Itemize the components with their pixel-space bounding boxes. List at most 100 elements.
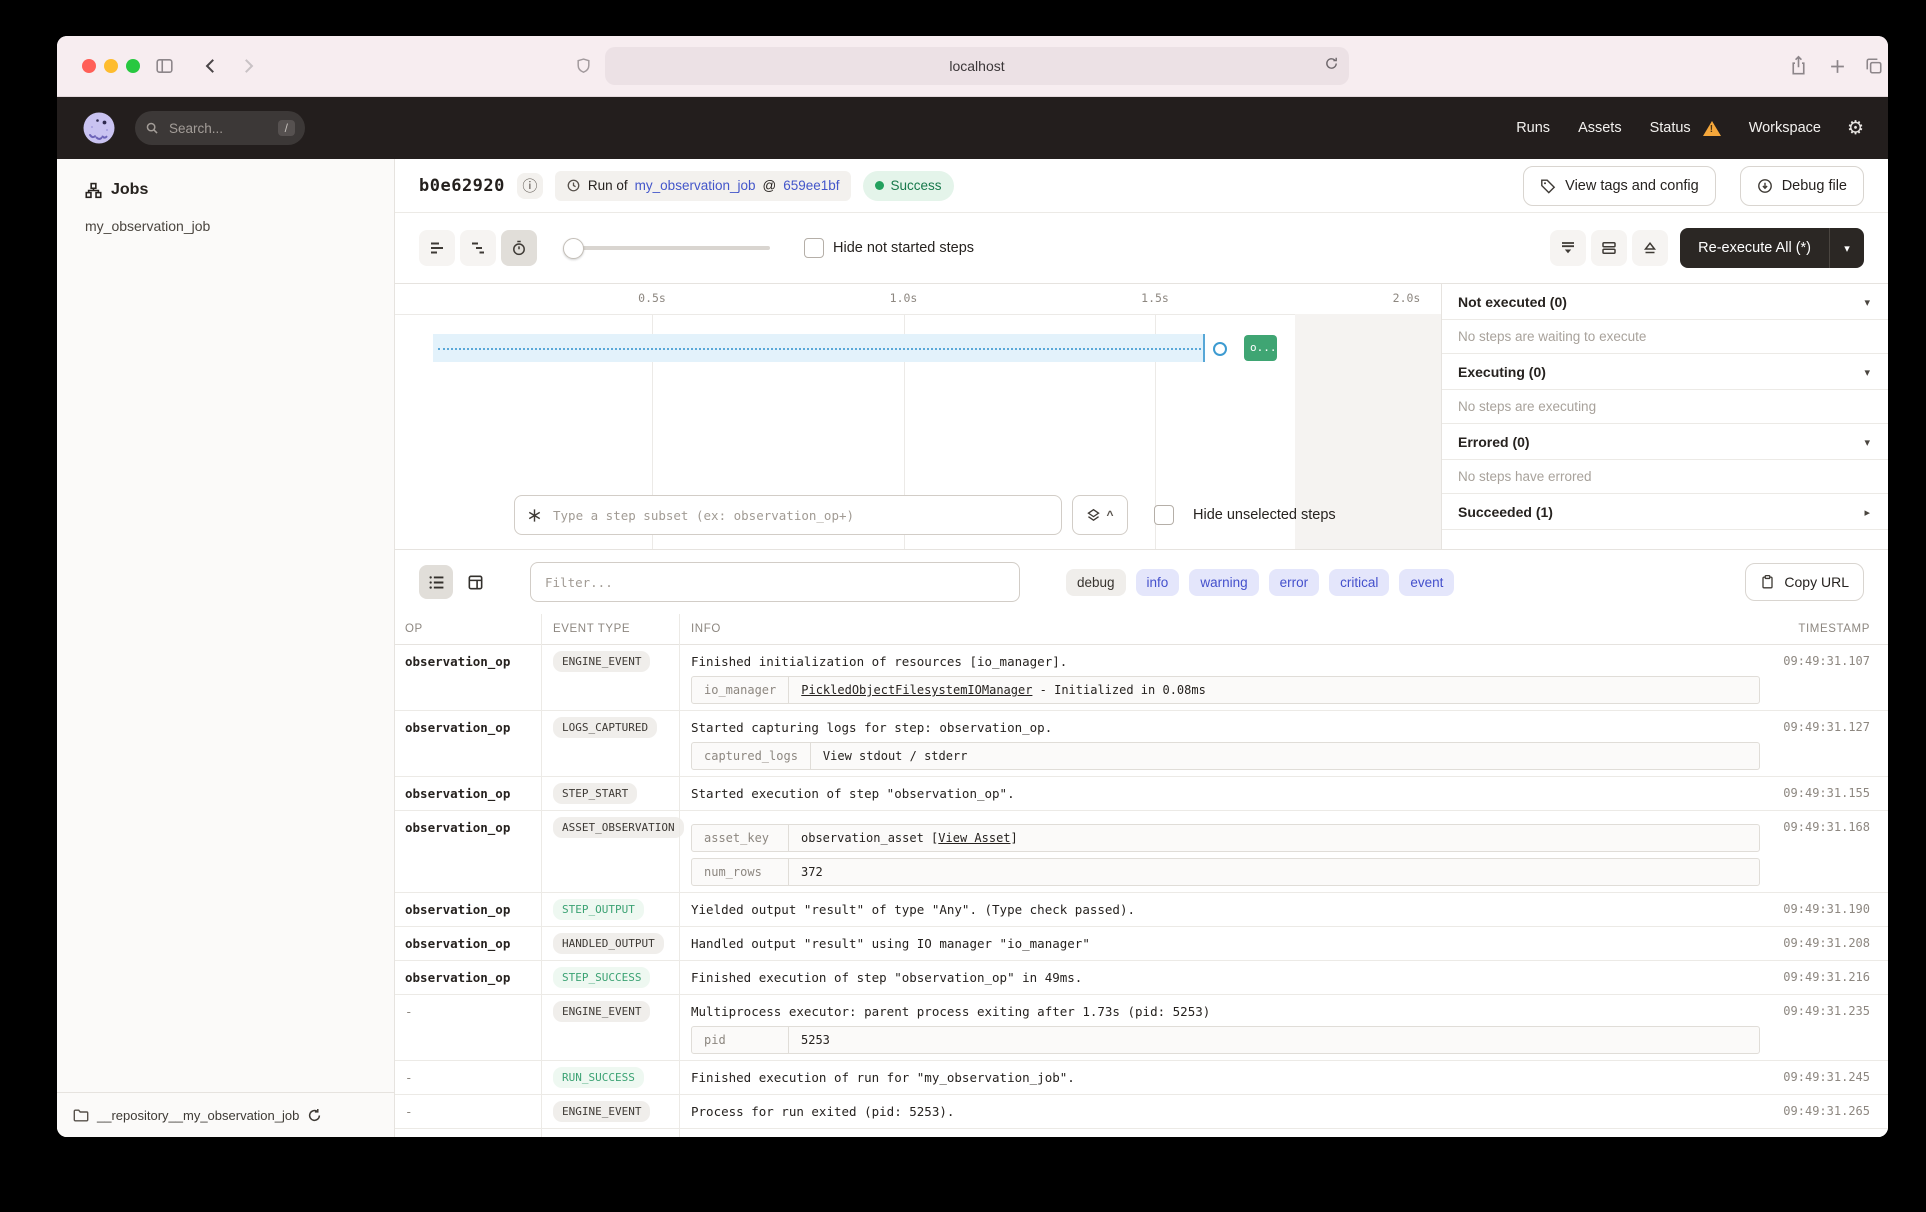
global-search[interactable]: /: [135, 111, 305, 145]
sidebar-toggle-icon[interactable]: [155, 57, 174, 75]
log-row[interactable]: observation_opSTEP_STARTStarted executio…: [395, 777, 1888, 811]
hide-unselected-checkbox[interactable]: [1154, 505, 1174, 525]
column-header-event-type[interactable]: EVENT TYPE: [541, 623, 679, 635]
gantt-event-marker[interactable]: [1213, 342, 1227, 356]
log-row[interactable]: observation_opASSET_OBSERVATIONasset_key…: [395, 811, 1888, 893]
log-row[interactable]: observation_opSTEP_OUTPUTYielded output …: [395, 893, 1888, 927]
status-section-title: Errored (0): [1458, 434, 1530, 450]
metadata-link[interactable]: View Asset: [938, 831, 1010, 845]
log-row-timestamp[interactable]: 09:49:31.216: [1776, 967, 1888, 984]
commit-link[interactable]: 659ee1bf: [783, 178, 839, 193]
split-rows-icon[interactable]: [1591, 230, 1627, 266]
search-icon: [145, 121, 159, 135]
log-level-chip-error[interactable]: error: [1269, 569, 1320, 596]
log-message: Finished execution of step "observation_…: [691, 967, 1760, 985]
log-row-info: Multiprocess executor: parent process ex…: [679, 1001, 1776, 1054]
close-window-button[interactable]: [82, 59, 96, 73]
gantt-step-box[interactable]: o...: [1244, 335, 1277, 361]
view-tags-config-button[interactable]: View tags and config: [1523, 166, 1716, 206]
refresh-icon[interactable]: [307, 1108, 322, 1123]
download-icon: [1757, 178, 1773, 194]
reexecute-caret-button[interactable]: ▾: [1829, 228, 1864, 268]
column-header-op[interactable]: OP: [395, 623, 541, 635]
gear-icon[interactable]: ⚙: [1847, 119, 1864, 138]
metadata-text: 372: [801, 865, 823, 879]
gantt-zoom-slider[interactable]: [565, 246, 770, 250]
log-list-view-button[interactable]: [419, 565, 453, 599]
event-type-badge: STEP_OUTPUT: [553, 899, 644, 920]
eject-icon[interactable]: [1632, 230, 1668, 266]
search-input[interactable]: [167, 120, 270, 137]
log-row-info: Handled output "result" using IO manager…: [679, 933, 1776, 951]
slider-thumb[interactable]: [563, 238, 584, 259]
shield-icon[interactable]: [575, 57, 592, 75]
step-subset-input[interactable]: [551, 507, 1049, 524]
status-section-header[interactable]: Errored (0)▾: [1442, 424, 1888, 460]
info-icon[interactable]: ⓘ: [517, 173, 543, 199]
at-symbol: @: [763, 178, 777, 193]
reload-icon[interactable]: [1324, 56, 1339, 71]
nav-item-workspace[interactable]: Workspace: [1749, 120, 1821, 136]
log-level-chip-debug[interactable]: debug: [1066, 569, 1126, 596]
log-row[interactable]: observation_opENGINE_EVENTFinished initi…: [395, 645, 1888, 711]
log-row-timestamp[interactable]: 09:49:31.107: [1776, 651, 1888, 668]
hide-not-started-checkbox[interactable]: [804, 238, 824, 258]
log-row-timestamp[interactable]: 09:49:31.265: [1776, 1101, 1888, 1118]
nav-item-assets[interactable]: Assets: [1578, 120, 1622, 136]
log-structured-view-button[interactable]: [458, 565, 492, 599]
metadata-link[interactable]: PickledObjectFilesystemIOManager: [801, 683, 1032, 697]
gantt-flat-view-button[interactable]: [419, 230, 455, 266]
dagster-logo[interactable]: [81, 110, 117, 146]
op-selector-icon: [527, 508, 542, 523]
sidebar-item-job[interactable]: my_observation_job: [57, 209, 394, 243]
job-link[interactable]: my_observation_job: [635, 178, 756, 193]
log-row-timestamp[interactable]: 09:49:31.168: [1776, 817, 1888, 834]
status-section-header[interactable]: Not executed (0)▾: [1442, 284, 1888, 320]
tag-icon: [1540, 178, 1556, 194]
log-row[interactable]: -ENGINE_EVENTProcess for run exited (pid…: [395, 1095, 1888, 1129]
log-row-timestamp[interactable]: 09:49:31.245: [1776, 1067, 1888, 1084]
log-row[interactable]: -RUN_SUCCESSFinished execution of run fo…: [395, 1061, 1888, 1095]
collapse-all-icon[interactable]: [1550, 230, 1586, 266]
column-header-info[interactable]: INFO: [679, 623, 1776, 635]
log-level-chip-event[interactable]: event: [1399, 569, 1454, 596]
log-row-timestamp[interactable]: 09:49:31.190: [1776, 899, 1888, 916]
share-icon[interactable]: [1789, 55, 1808, 76]
nav-item-status[interactable]: Status: [1650, 120, 1691, 136]
nav-item-runs[interactable]: Runs: [1516, 120, 1550, 136]
forward-icon[interactable]: [239, 57, 257, 75]
tab-overview-icon[interactable]: [1865, 57, 1883, 75]
log-row[interactable]: -ENGINE_EVENTMultiprocess executor: pare…: [395, 995, 1888, 1061]
log-row[interactable]: observation_opSTEP_SUCCESSFinished execu…: [395, 961, 1888, 995]
back-icon[interactable]: [202, 57, 220, 75]
log-row[interactable]: observation_opHANDLED_OUTPUTHandled outp…: [395, 927, 1888, 961]
metadata-text: View stdout / stderr: [823, 749, 968, 763]
reexecute-all-button[interactable]: Re-execute All (*): [1680, 228, 1829, 268]
step-status-panel: Not executed (0)▾No steps are waiting to…: [1441, 284, 1888, 549]
step-subset-inputbox[interactable]: [514, 495, 1062, 535]
copy-url-button[interactable]: Copy URL: [1745, 563, 1864, 601]
log-row-event-type: LOGS_CAPTURED: [541, 717, 679, 738]
log-row[interactable]: observation_opLOGS_CAPTUREDStarted captu…: [395, 711, 1888, 777]
gantt-timed-view-button[interactable]: [501, 230, 537, 266]
zoom-window-button[interactable]: [126, 59, 140, 73]
log-row-timestamp[interactable]: 09:49:31.127: [1776, 717, 1888, 734]
new-tab-icon[interactable]: [1829, 58, 1846, 75]
chevron-down-icon: ▾: [1864, 366, 1870, 379]
event-type-badge: ENGINE_EVENT: [553, 1001, 650, 1022]
url-bar[interactable]: localhost: [605, 47, 1349, 85]
column-header-timestamp[interactable]: TIMESTAMP: [1776, 623, 1888, 635]
log-level-chip-warning[interactable]: warning: [1189, 569, 1258, 596]
minimize-window-button[interactable]: [104, 59, 118, 73]
status-section-header[interactable]: Executing (0)▾: [1442, 354, 1888, 390]
log-row-timestamp[interactable]: 09:49:31.155: [1776, 783, 1888, 800]
debug-file-button[interactable]: Debug file: [1740, 166, 1864, 206]
gantt-waterfall-view-button[interactable]: [460, 230, 496, 266]
log-row-timestamp[interactable]: 09:49:31.235: [1776, 1001, 1888, 1018]
status-section-header[interactable]: Succeeded (1)▸: [1442, 494, 1888, 530]
graph-query-button[interactable]: ^: [1072, 495, 1128, 535]
log-row-timestamp[interactable]: 09:49:31.208: [1776, 933, 1888, 950]
log-filter-input[interactable]: [530, 562, 1020, 602]
log-level-chip-critical[interactable]: critical: [1329, 569, 1389, 596]
log-level-chip-info[interactable]: info: [1136, 569, 1180, 596]
